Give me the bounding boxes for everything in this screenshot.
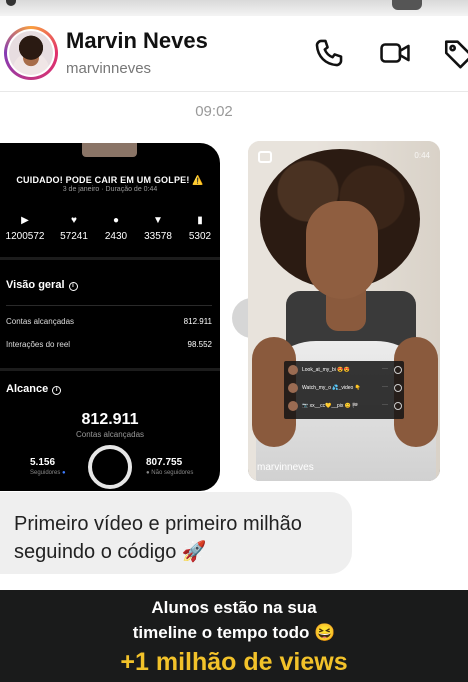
more-icon: ···: [382, 366, 388, 372]
save-icon: ▮: [197, 215, 203, 226]
commenter-avatar: [288, 383, 298, 393]
message-timestamp: 09:02: [195, 103, 233, 120]
reach-total: 812.911: [81, 411, 139, 428]
comment-text: Watch_my_o 💦_video 👇: [302, 385, 361, 391]
info-icon: i: [68, 282, 78, 291]
reel-duration: 0:44: [414, 151, 430, 160]
info-icon: i: [52, 386, 62, 395]
followers-value: 5.156: [30, 457, 56, 468]
reel-owner[interactable]: marvinneves: [257, 462, 314, 473]
phone-icon[interactable]: [312, 36, 346, 70]
play-icon: ▶: [21, 215, 29, 226]
shared-reel[interactable]: 0:44 Look_at_my_bi 😍😍 ··· Watch_my_o 💦_v…: [248, 141, 440, 481]
story-notch-right: [392, 0, 422, 10]
followers-label-text: Seguidores: [30, 470, 61, 476]
tag-icon[interactable]: [442, 36, 468, 70]
overview-title: Visão geral i: [6, 279, 78, 291]
caption-line-1: Alunos estão na sua: [151, 598, 317, 617]
reach-donut-chart: [88, 445, 132, 489]
followers-stat: 5.156 Seguidores ●: [30, 457, 90, 476]
reel-icon: [258, 151, 272, 163]
hide-icon: [394, 366, 402, 374]
video-camera-icon[interactable]: [378, 36, 412, 70]
story-caption: Alunos estão na sua timeline o tempo tod…: [0, 590, 468, 682]
reel-meta: 3 de janeiro · Duração de 0:44: [62, 186, 158, 193]
reel-title: CUIDADO! PODE CAIR EM UM GOLPE! ⚠️: [16, 175, 204, 185]
hide-icon: [394, 384, 402, 392]
reach-total-label: Contas alcançadas: [75, 430, 145, 439]
row-value: 812.911: [183, 317, 212, 326]
row-label: Contas alcançadas: [6, 317, 75, 326]
comment-item: Watch_my_o 💦_video 👇 ···: [288, 382, 402, 396]
top-strip: [0, 0, 468, 16]
comment-overlay: Look_at_my_bi 😍😍 ··· Watch_my_o 💦_video …: [284, 361, 404, 419]
reel-person-face: [306, 201, 378, 299]
hide-icon: [394, 402, 402, 410]
message-bubble[interactable]: Primeiro vídeo e primeiro milhão seguind…: [0, 492, 352, 574]
non-followers-label: ● Não seguidores: [146, 470, 206, 476]
commenter-avatar: [288, 401, 298, 411]
stat-saves: ▮ 5302: [175, 215, 220, 242]
avatar-image: [9, 31, 53, 75]
comment-text: 📷 xx__cc💛__pix 😊 🏁: [302, 403, 359, 409]
more-icon: ···: [382, 402, 388, 408]
comment-item: Look_at_my_bi 😍😍 ···: [288, 364, 402, 378]
row-value: 98.552: [187, 340, 212, 349]
more-icon: ···: [382, 384, 388, 390]
commenter-avatar: [288, 365, 298, 375]
comment-text: Look_at_my_bi 😍😍: [302, 367, 350, 373]
stat-value: 5302: [188, 231, 212, 242]
reel-stats: ▶ 1200572 ♥ 57241 ● 2430 ▼ 33578 ▮ 5302: [0, 215, 220, 245]
row-label: Interações do reel: [6, 340, 71, 349]
non-followers-label-text: Não seguidores: [151, 470, 194, 476]
non-followers-stat: 807.755 ● Não seguidores: [146, 457, 206, 476]
caption-headline: +1 milhão de views: [120, 648, 348, 676]
followers-label: Seguidores ●: [30, 470, 90, 476]
chat-header: Marvin Neves marvinneves: [0, 16, 468, 92]
story-notch: [6, 0, 16, 6]
overview-title-text: Visão geral: [6, 279, 65, 291]
divider: [0, 257, 220, 260]
divider: [0, 368, 220, 371]
message-text: Primeiro vídeo e primeiro milhão seguind…: [14, 513, 302, 563]
non-followers-value: 807.755: [146, 457, 183, 468]
blue-dot-icon: ●: [62, 470, 66, 476]
contact-handle[interactable]: marvinneves: [66, 60, 151, 77]
reach-title-text: Alcance: [6, 383, 49, 395]
avatar[interactable]: [4, 26, 58, 80]
divider: [6, 305, 212, 306]
stat-value: 1200572: [5, 231, 45, 242]
reach-title: Alcance i: [6, 383, 62, 395]
reel-thumbnail: [82, 143, 137, 157]
overview-row-interactions: Interações do reel 98.552: [6, 340, 212, 349]
reel-insights-screenshot[interactable]: CUIDADO! PODE CAIR EM UM GOLPE! ⚠️ 3 de …: [0, 143, 220, 491]
comment-item: 📷 xx__cc💛__pix 😊 🏁 ···: [288, 400, 402, 414]
overview-row-accounts: Contas alcançadas 812.911: [6, 317, 212, 326]
white-dot-icon: ●: [146, 470, 150, 476]
caption-line-2: timeline o tempo todo 😆: [132, 623, 336, 642]
stat-plays: ▶ 1200572: [0, 215, 50, 242]
contact-name[interactable]: Marvin Neves: [66, 28, 208, 54]
